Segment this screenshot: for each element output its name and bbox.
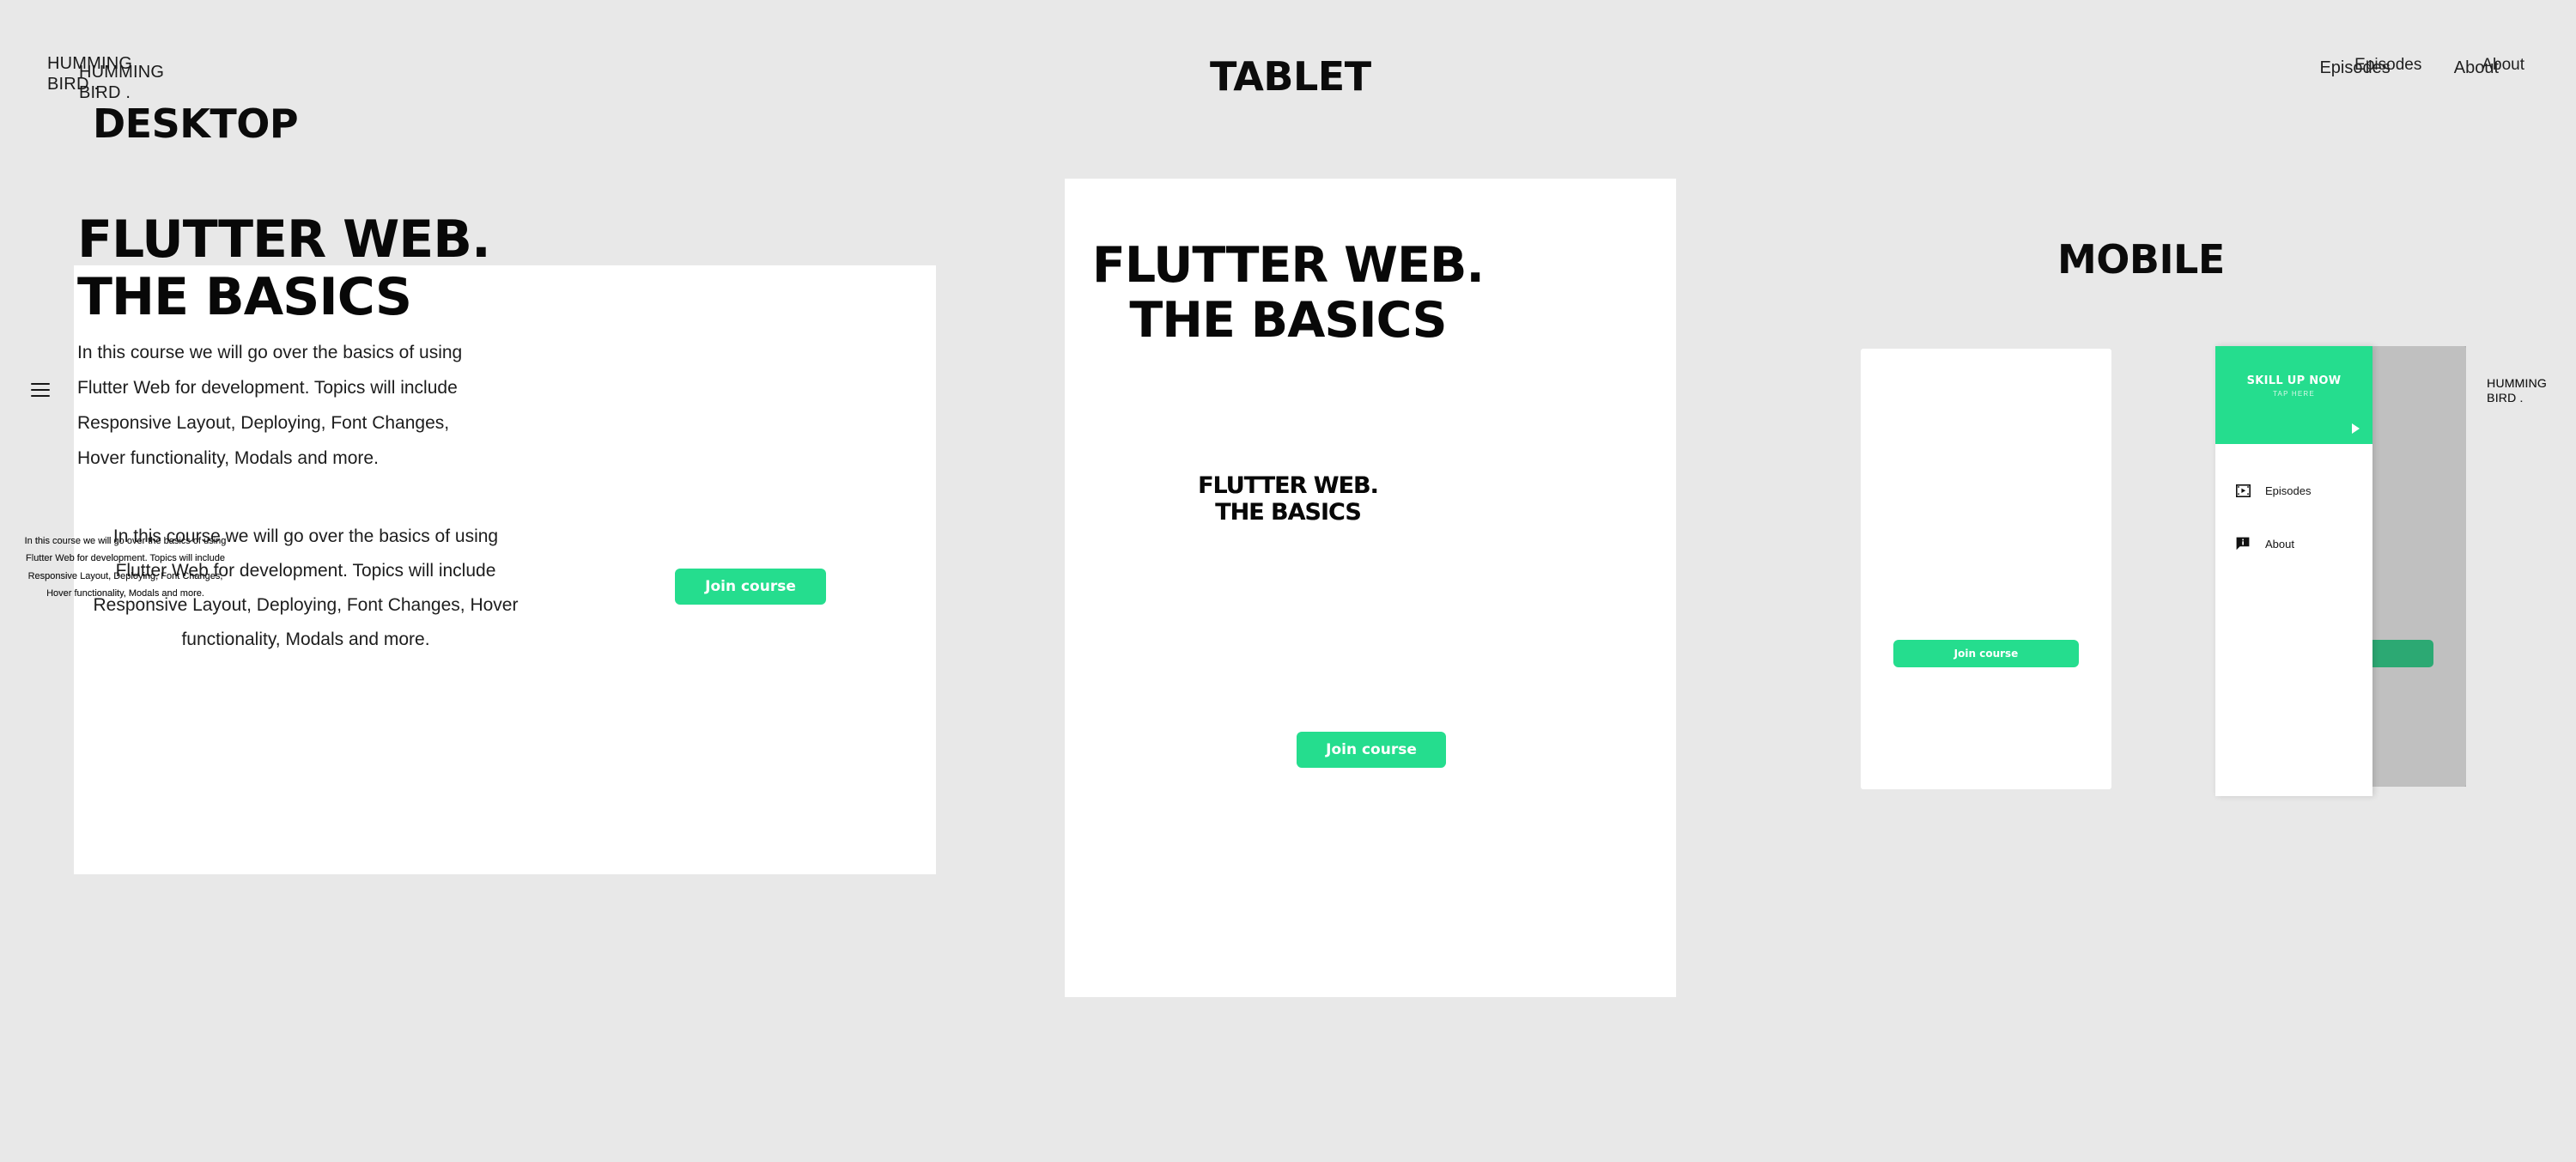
brand-logo-mobile-open: HUMMING BIRD . [2487, 376, 2547, 405]
drawer-subtitle: TAP HERE [2273, 389, 2315, 398]
drawer-item-about[interactable]: About [2215, 525, 2372, 563]
film-icon [2234, 482, 2251, 499]
hamburger-menu-icon[interactable] [31, 383, 50, 397]
join-course-button-tablet[interactable]: Join course [1297, 732, 1446, 768]
drawer-item-label: Episodes [2265, 484, 2312, 497]
navigation-drawer: SKILL UP NOW TAP HERE Episodes About [2215, 346, 2372, 796]
section-label-desktop: DESKTOP [93, 100, 299, 147]
hero-body-desktop: In this course we will go over the basic… [77, 343, 463, 468]
info-bubble-icon [2234, 535, 2251, 552]
nav-link-about-tablet[interactable]: About [2482, 56, 2524, 75]
drawer-item-label: About [2265, 537, 2294, 551]
mobile-preview-card-closed [1861, 349, 2111, 789]
section-label-tablet: TABLET [1210, 53, 1371, 100]
drawer-item-episodes[interactable]: Episodes [2215, 471, 2372, 509]
hero-title-mobile-open: FLUTTER WEB. THE BASICS [1198, 472, 1379, 526]
hero-body-mobile-open: In this course we will go over the basic… [24, 536, 227, 599]
primary-nav-tablet: Episodes About [2354, 56, 2524, 75]
drawer-header[interactable]: SKILL UP NOW TAP HERE [2215, 346, 2372, 444]
nav-link-episodes-tablet[interactable]: Episodes [2354, 56, 2421, 75]
hamburger-bar [31, 395, 50, 397]
hamburger-bar [31, 389, 50, 391]
play-icon[interactable] [2352, 423, 2360, 434]
brand-logo-tablet: HUMMING BIRD . [47, 54, 133, 94]
drawer-title: SKILL UP NOW [2246, 374, 2342, 387]
join-course-button-desktop[interactable]: Join course [675, 569, 826, 605]
hamburger-bar [31, 383, 50, 385]
hero-title-tablet: FLUTTER WEB. THE BASICS [1091, 237, 1485, 349]
join-course-button-mobile[interactable]: Join course [1893, 640, 2079, 667]
design-mockup-board: DESKTOP TABLET MOBILE HUMMING BIRD . Epi… [0, 0, 2576, 1162]
